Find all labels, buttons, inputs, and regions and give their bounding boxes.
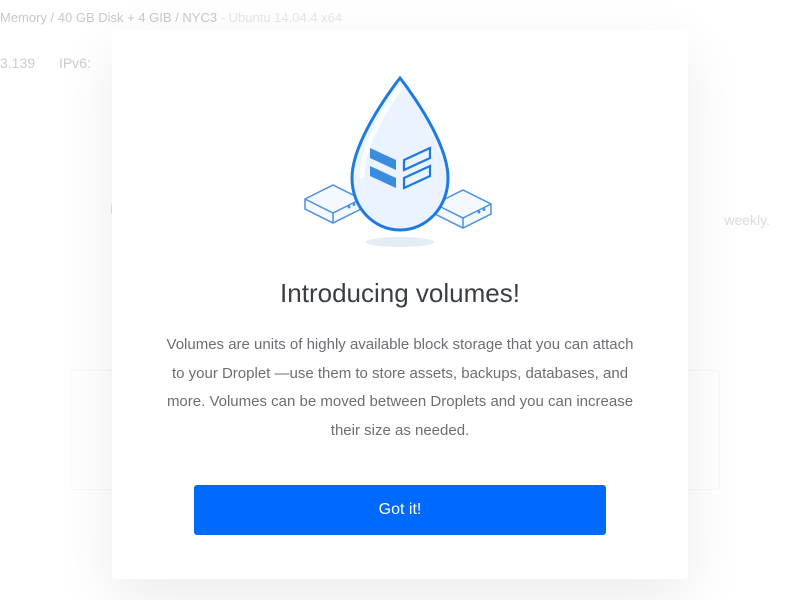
modal-description: Volumes are units of highly available bl… [164,331,636,445]
got-it-button[interactable]: Got it! [194,485,606,535]
intro-modal: Introducing volumes! Volumes are units o… [112,30,688,579]
volumes-illustration [270,70,530,250]
modal-title: Introducing volumes! [164,278,636,309]
